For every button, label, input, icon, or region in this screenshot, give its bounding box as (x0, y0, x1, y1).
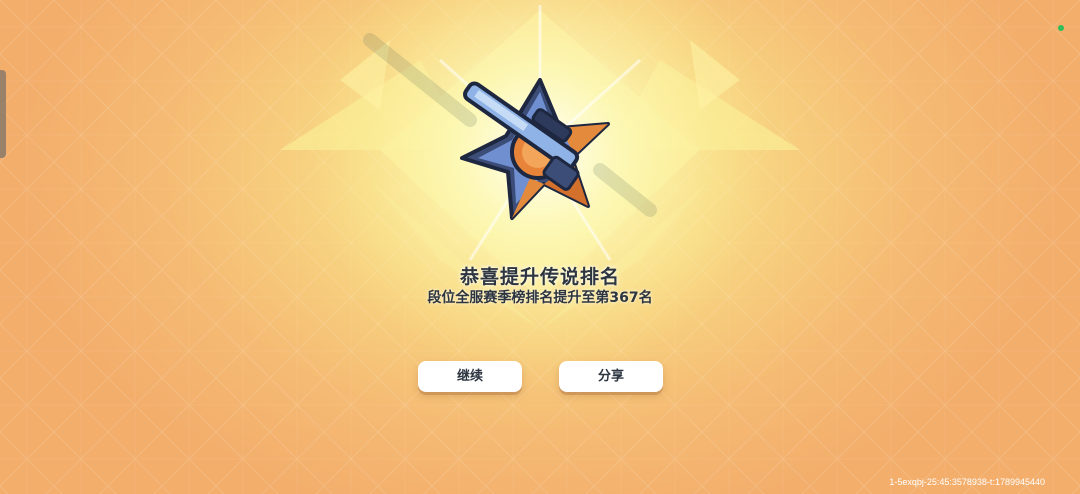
session-id-text: 1-5exqbj-25:45:3578938-t:1789945440 (889, 477, 1045, 487)
continue-button[interactable]: 继续 (418, 361, 522, 392)
sniper-rifle-star-badge-icon (460, 78, 610, 220)
rank-promotion-screen: 恭喜提升传说排名 段位全服赛季榜排名提升至第367名 继续 分享 1-5exqb… (0, 0, 1080, 494)
dialog-subtitle: 段位全服赛季榜排名提升至第367名 (427, 290, 653, 306)
dialog-title: 恭喜提升传说排名 (459, 266, 620, 288)
status-indicator-dot (1058, 25, 1064, 31)
side-pull-tab[interactable] (0, 70, 6, 158)
share-button[interactable]: 分享 (559, 361, 663, 392)
